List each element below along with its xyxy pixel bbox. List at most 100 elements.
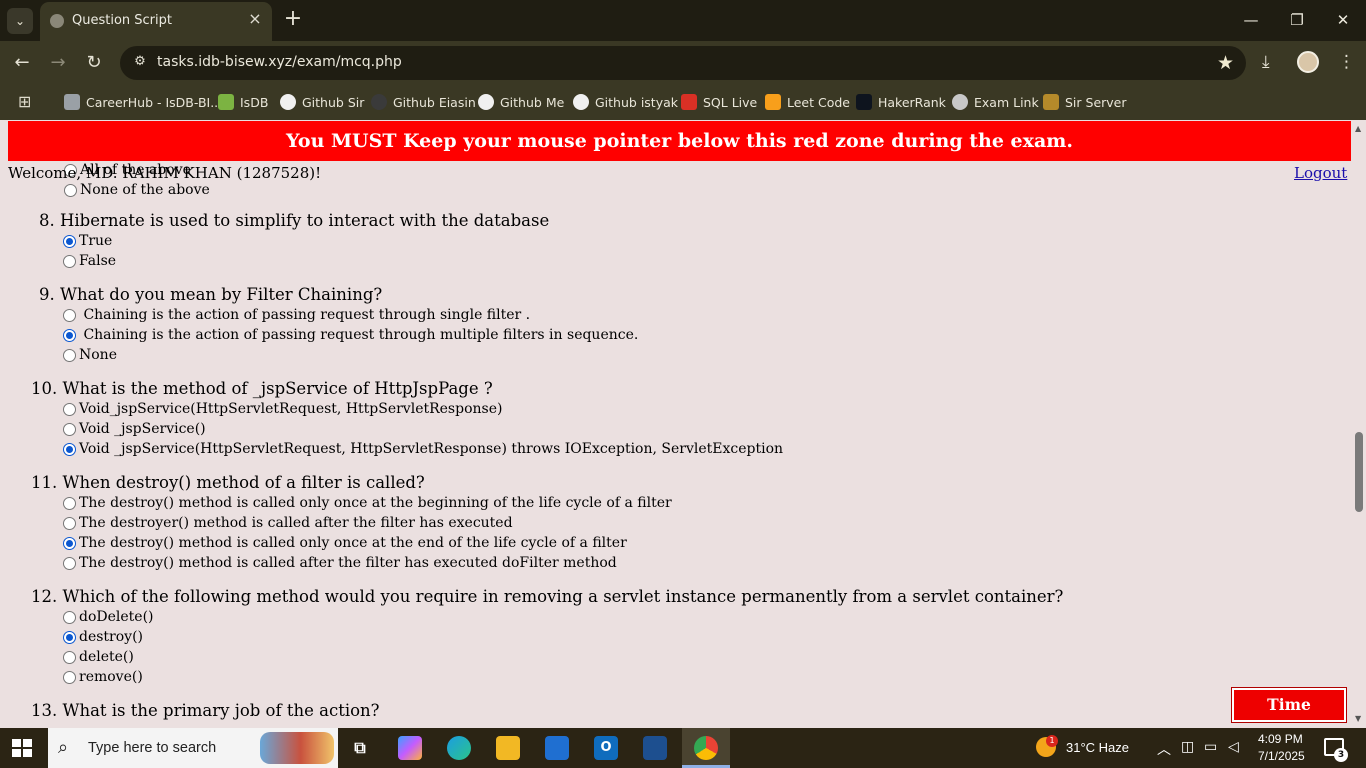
globe-icon [50,14,64,28]
answer-option[interactable]: The destroy() method is called after the… [63,555,617,571]
question-title: 8. Hibernate is used to simplify to inte… [39,211,550,230]
answer-option[interactable]: The destroy() method is called only once… [63,495,672,511]
clock-date[interactable]: 7/1/2025 [1258,749,1305,763]
weather-text[interactable]: 31°C Haze [1066,740,1129,755]
close-window-button[interactable]: ✕ [1328,8,1358,32]
bookmark-item[interactable]: Sir Server [1043,92,1127,112]
apps-grid-icon[interactable]: ⊞ [18,92,31,111]
hfs-icon [1043,94,1059,110]
scrollbar-thumb[interactable] [1355,432,1363,512]
radio-button[interactable] [63,254,76,268]
bookmark-item[interactable]: Github istyak [573,92,678,112]
scroll-up-icon[interactable]: ▲ [1355,124,1363,133]
radio-button[interactable] [63,516,76,530]
profile-avatar[interactable] [1297,51,1319,73]
new-tab-button[interactable]: + [282,8,304,32]
answer-option[interactable]: Void _jspService() [63,421,206,437]
logout-link[interactable]: Logout [1294,164,1347,182]
radio-button[interactable] [64,183,77,197]
tab-search-button[interactable]: ⌄ [7,8,33,34]
answer-option[interactable]: None [63,347,117,363]
time-elapsed-button[interactable]: Time Elapsed [1231,687,1347,728]
task-view-icon[interactable]: ⧉ [348,736,372,760]
back-button[interactable]: ← [9,51,35,75]
answer-option[interactable]: Chaining is the action of passing reques… [63,327,638,343]
radio-button-selected[interactable] [63,328,76,342]
tab-question-script[interactable]: Question Script × [40,2,272,41]
bookmark-label: CareerHub - IsDB-BI... [86,94,223,110]
radio-button[interactable] [63,556,76,570]
answer-option[interactable]: Chaining is the action of passing reques… [63,307,530,323]
radio-button-selected[interactable] [63,234,76,248]
windows-start-icon[interactable] [12,739,32,757]
weather-alert-badge: 1 [1046,735,1058,747]
bookmark-item[interactable]: Exam Link [952,92,1039,112]
forward-button[interactable]: → [45,51,71,75]
answer-option[interactable]: destroy() [63,629,143,645]
site-info-icon[interactable]: ⚙ [130,54,150,72]
meet-now-icon[interactable]: ◫ [1181,739,1194,755]
radio-button[interactable] [63,422,76,436]
bookmark-item[interactable]: Leet Code [765,92,850,112]
answer-option[interactable]: Void_jspService(HttpServletRequest, Http… [63,401,502,417]
clock-time[interactable]: 4:09 PM [1258,732,1303,746]
edge-icon[interactable] [447,736,471,760]
exam-page: You MUST Keep your mouse pointer below t… [0,120,1352,728]
outlook-icon[interactable]: O [594,736,618,760]
file-explorer-icon[interactable] [496,736,520,760]
bookmark-item[interactable]: Github Sir [280,92,364,112]
notification-count-badge: 3 [1334,748,1348,762]
radio-button[interactable] [63,670,76,684]
microsoft-store-icon[interactable] [545,736,569,760]
taskbar-search-box[interactable]: ⌕ Type here to search [48,728,338,768]
radio-button-selected[interactable] [63,630,76,644]
network-icon[interactable]: ▭ [1204,739,1217,755]
answer-option[interactable]: The destroy() method is called only once… [63,535,627,551]
radio-button-selected[interactable] [63,442,76,456]
bookmark-item[interactable]: SQL Live [681,92,757,112]
bookmark-item[interactable]: Github Me [478,92,564,112]
reload-button[interactable]: ↻ [81,51,107,75]
answer-option[interactable]: Void _jspService(HttpServletRequest, Htt… [63,441,783,457]
answer-option[interactable]: False [63,253,116,269]
radio-button-selected[interactable] [63,536,76,550]
chrome-icon[interactable] [682,736,730,768]
answer-option[interactable]: doDelete() [63,609,154,625]
download-icon[interactable]: ⤓ [1262,52,1270,72]
answer-option[interactable]: True [63,233,112,249]
answer-option[interactable]: remove() [63,669,143,685]
bookmark-item[interactable]: IsDB [218,92,268,112]
address-bar[interactable]: ⚙ tasks.idb-bisew.xyz/exam/mcq.php ★ [120,46,1246,80]
radio-button[interactable] [63,610,76,624]
github-icon [573,94,589,110]
radio-button[interactable] [63,308,76,322]
bookmark-star-icon[interactable]: ★ [1217,52,1234,74]
option-label: doDelete() [79,609,154,625]
minimize-button[interactable]: — [1236,8,1266,32]
answer-option[interactable]: delete() [63,649,134,665]
terminal-icon [681,94,697,110]
scroll-down-icon[interactable]: ▼ [1355,714,1363,723]
option-label: The destroyer() method is called after t… [79,515,513,531]
copilot-icon[interactable] [398,736,422,760]
menu-icon[interactable]: ⋮ [1338,52,1355,72]
github-icon [280,94,296,110]
page-scrollbar[interactable]: ▲ ▼ [1352,120,1366,728]
bookmark-item[interactable]: CareerHub - IsDB-BI... [64,92,222,112]
mysql-workbench-icon[interactable] [643,736,667,760]
github-icon [371,94,387,110]
bookmark-item[interactable]: HakerRank [856,92,946,112]
radio-button[interactable] [63,348,76,362]
url-text[interactable]: tasks.idb-bisew.xyz/exam/mcq.php [157,54,402,70]
previous-option[interactable]: None of the above [64,182,210,198]
radio-button[interactable] [63,496,76,510]
chevron-up-icon[interactable]: ︿ [1157,739,1171,759]
volume-muted-icon[interactable]: ◁ [1228,739,1239,755]
bookmark-item[interactable]: Github Eiasin [371,92,476,112]
answer-option[interactable]: The destroyer() method is called after t… [63,515,513,531]
browser-toolbar: ← → ↻ ⚙ tasks.idb-bisew.xyz/exam/mcq.php… [0,41,1366,85]
close-icon[interactable]: × [246,10,264,28]
restore-button[interactable]: ❐ [1282,8,1312,32]
radio-button[interactable] [63,402,76,416]
radio-button[interactable] [63,650,76,664]
